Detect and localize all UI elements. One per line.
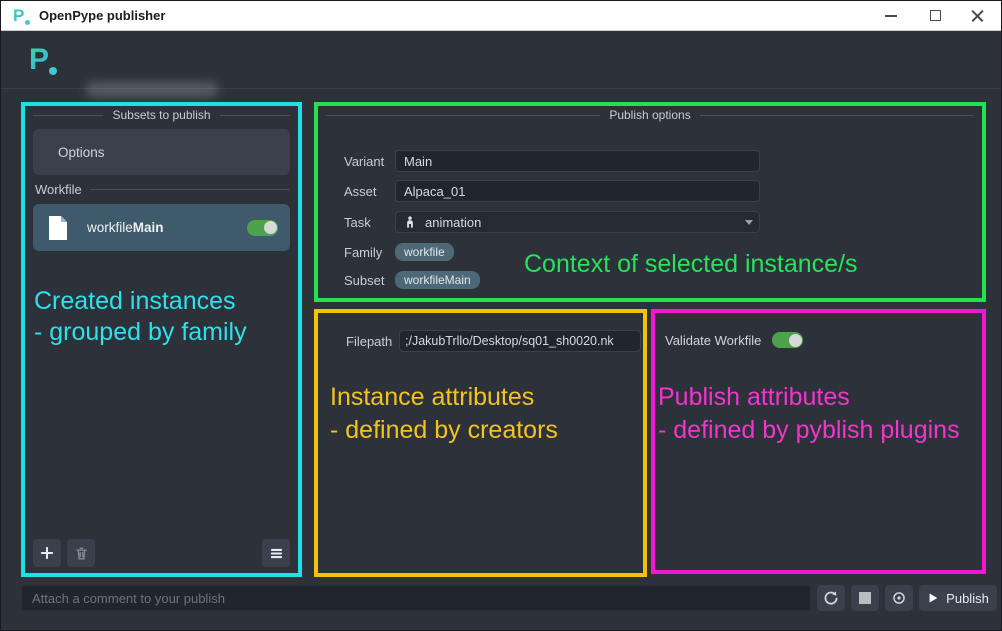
publish-button-label: Publish xyxy=(946,591,989,606)
publish-options-panel: Publish options Variant Asset Task anima… xyxy=(314,102,986,302)
asset-input[interactable] xyxy=(395,180,760,202)
window-title: OpenPype publisher xyxy=(39,8,165,23)
app-header: P xyxy=(1,31,1001,89)
logo-letter: P xyxy=(13,6,24,25)
variant-row: Variant xyxy=(318,150,982,172)
hamburger-menu-icon xyxy=(269,546,284,561)
logo-dot xyxy=(25,20,30,25)
family-label: Family xyxy=(344,245,382,260)
options-button[interactable]: Options xyxy=(33,129,290,175)
reset-button[interactable] xyxy=(817,585,845,611)
filepath-label: Filepath xyxy=(346,334,392,349)
play-icon xyxy=(927,592,939,604)
close-icon xyxy=(971,9,984,22)
context-label-blurred xyxy=(86,82,218,97)
logo-dot xyxy=(49,67,57,75)
openpype-logo-icon: P xyxy=(13,6,35,26)
instance-family-text: workfile xyxy=(87,220,133,235)
person-icon xyxy=(403,215,417,229)
asset-label: Asset xyxy=(344,184,377,199)
comment-input[interactable] xyxy=(21,585,811,611)
instance-variant-text: Main xyxy=(133,220,164,235)
publish-button[interactable]: Publish xyxy=(919,585,997,611)
task-row: Task animation xyxy=(318,211,982,233)
subset-label: Subset xyxy=(344,273,384,288)
stop-icon xyxy=(859,592,871,604)
subset-row: Subset workfileMain xyxy=(318,270,982,290)
asset-row: Asset xyxy=(318,180,982,202)
trash-icon xyxy=(74,546,89,561)
validate-workfile-toggle[interactable] xyxy=(772,332,803,348)
publish-options-title-text: Publish options xyxy=(609,108,690,122)
publish-attributes-panel: Validate Workfile xyxy=(651,309,986,574)
delete-instance-button[interactable] xyxy=(67,539,95,567)
family-badge: workfile xyxy=(395,243,454,261)
instance-enabled-toggle[interactable] xyxy=(247,220,278,236)
stop-button[interactable] xyxy=(851,585,879,611)
variant-label: Variant xyxy=(344,154,384,169)
toggle-knob xyxy=(264,221,277,234)
publish-options-title: Publish options xyxy=(326,108,974,122)
maximize-button[interactable] xyxy=(913,1,957,30)
instance-attributes-panel: Filepath xyxy=(314,309,647,577)
task-label: Task xyxy=(344,215,371,230)
filepath-input[interactable] xyxy=(399,330,641,352)
subset-badge: workfileMain xyxy=(395,271,480,289)
maximize-icon xyxy=(930,10,941,21)
titlebar: P OpenPype publisher xyxy=(1,1,1001,31)
variant-input[interactable] xyxy=(395,150,760,172)
family-group-header: Workfile xyxy=(35,180,289,198)
publisher-window: P OpenPype publisher P Subsets to publis… xyxy=(0,0,1002,631)
add-instance-button[interactable] xyxy=(33,539,61,567)
subsets-panel: Subsets to publish Options Workfile work… xyxy=(21,102,302,577)
refresh-icon xyxy=(823,590,839,606)
instance-name: workfileMain xyxy=(87,220,247,235)
file-icon xyxy=(46,215,70,241)
family-group-label: Workfile xyxy=(35,182,82,197)
validate-workfile-label: Validate Workfile xyxy=(665,333,761,348)
toggle-knob xyxy=(789,334,802,347)
plus-icon xyxy=(39,545,55,561)
subsets-panel-title: Subsets to publish xyxy=(33,108,290,122)
chevron-down-icon xyxy=(745,220,753,225)
minimize-button[interactable] xyxy=(869,1,913,30)
task-select[interactable]: animation xyxy=(395,211,760,233)
target-icon xyxy=(891,590,907,606)
family-row: Family workfile xyxy=(318,242,982,262)
logo-letter: P xyxy=(29,43,49,76)
subsets-panel-title-text: Subsets to publish xyxy=(112,108,210,122)
task-value: animation xyxy=(425,215,481,230)
validate-button[interactable] xyxy=(885,585,913,611)
options-button-label: Options xyxy=(58,145,105,160)
instance-row-workfile-main[interactable]: workfileMain xyxy=(33,204,290,251)
instance-list-menu-button[interactable] xyxy=(262,539,290,567)
openpype-logo-icon: P xyxy=(29,43,61,77)
minimize-icon xyxy=(885,15,897,17)
close-button[interactable] xyxy=(955,1,999,30)
